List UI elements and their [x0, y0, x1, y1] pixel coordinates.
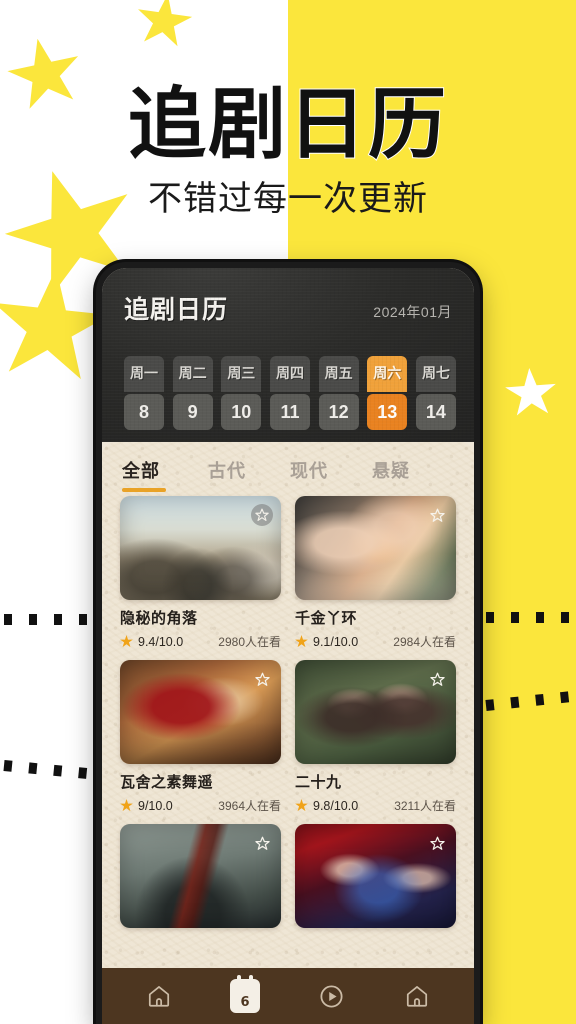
day-cell-thu[interactable]: 周四 11: [269, 356, 310, 430]
nav-calendar-icon[interactable]: 6: [222, 975, 268, 1016]
show-thumbnail[interactable]: [120, 496, 281, 600]
poster-subtitle: 不错过每一次更新: [148, 181, 428, 218]
day-name: 周六: [367, 356, 408, 392]
day-name: 周五: [318, 356, 359, 392]
category-tabs[interactable]: 全部 古代 现代 悬疑: [102, 448, 474, 492]
day-name: 周一: [124, 356, 164, 392]
app-title: 追剧日历: [124, 295, 229, 324]
dotted-line-right-upper: [486, 612, 576, 623]
favorite-star-icon[interactable]: [426, 832, 448, 854]
day-cell-sat-selected[interactable]: 周六 13: [367, 356, 408, 430]
show-thumbnail[interactable]: [295, 496, 456, 600]
show-meta: 9/10.0 3964人在看: [120, 797, 281, 814]
show-meta: 9.4/10.0 2980人在看: [120, 633, 281, 650]
rating-star-icon: [295, 799, 308, 812]
show-thumbnail[interactable]: [295, 824, 456, 928]
day-number: 8: [124, 394, 164, 430]
show-rating: 9.1/10.0: [295, 635, 358, 649]
day-cell-fri[interactable]: 周五 12: [318, 356, 359, 430]
show-card[interactable]: 二十九 9.8/10.0 3211人在看: [295, 660, 456, 814]
bottom-navigation-bar[interactable]: 6: [102, 968, 474, 1024]
show-thumbnail[interactable]: [120, 660, 281, 764]
favorite-star-icon[interactable]: [426, 668, 448, 690]
nav-home-icon[interactable]: [136, 976, 182, 1016]
show-card[interactable]: [295, 824, 456, 928]
show-title: 千金丫环: [295, 609, 358, 627]
content-area: 全部 古代 现代 悬疑 隐秘的角落 9.4/10.0 2980人在看 千金丫环 …: [102, 442, 474, 1024]
viewer-count: 3211人在看: [394, 799, 456, 813]
rating-value: 9.8/10.0: [313, 798, 359, 813]
week-day-selector[interactable]: 周一 8 周二 9 周三 10 周四 11 周五 12 周六 13 周七 14: [124, 356, 456, 430]
app-header: 追剧日历 2024年01月 周一 8 周二 9 周三 10 周四 11 周五 1…: [102, 268, 474, 442]
show-title: 隐秘的角落: [120, 609, 198, 627]
show-title: 二十九: [295, 773, 342, 791]
rating-star-icon: [295, 635, 308, 648]
show-rating: 9.4/10.0: [120, 635, 183, 649]
day-number: 14: [415, 394, 456, 430]
nav-profile-home-icon[interactable]: [394, 976, 440, 1016]
favorite-star-icon[interactable]: [251, 832, 273, 854]
rating-star-icon: [120, 799, 133, 812]
day-name: 周二: [172, 356, 213, 392]
show-thumbnail[interactable]: [295, 660, 456, 764]
day-name: 周三: [221, 356, 262, 392]
calendar-day-badge: 6: [230, 975, 260, 1013]
rating-value: 9.1/10.0: [313, 634, 359, 649]
poster-headline: 追剧日历: [127, 80, 448, 170]
promo-poster: 追剧日历 不错过每一次更新 追剧日历 2024年01月 周一 8 周二 9 周三…: [0, 0, 576, 1024]
show-grid: 隐秘的角落 9.4/10.0 2980人在看 千金丫环 9.1/10.0 298…: [102, 496, 474, 928]
current-month-label: 2024年01月: [373, 304, 452, 320]
dotted-line-left-upper: [4, 614, 87, 625]
show-rating: 9.8/10.0: [295, 799, 358, 813]
show-card[interactable]: [120, 824, 281, 928]
nav-play-icon[interactable]: [308, 976, 354, 1016]
viewer-count: 3964人在看: [218, 799, 281, 813]
day-number: 13: [367, 394, 408, 430]
show-thumbnail[interactable]: [120, 824, 281, 928]
day-cell-wed[interactable]: 周三 10: [221, 356, 262, 430]
day-cell-mon[interactable]: 周一 8: [124, 356, 164, 430]
day-number: 10: [221, 394, 262, 430]
show-card[interactable]: 隐秘的角落 9.4/10.0 2980人在看: [120, 496, 281, 650]
show-card[interactable]: 千金丫环 9.1/10.0 2984人在看: [295, 496, 456, 650]
phone-screen: 追剧日历 2024年01月 周一 8 周二 9 周三 10 周四 11 周五 1…: [102, 268, 474, 1024]
day-cell-tue[interactable]: 周二 9: [172, 356, 213, 430]
rating-star-icon: [120, 635, 133, 648]
day-cell-sun[interactable]: 周七 14: [415, 356, 456, 430]
show-meta: 9.8/10.0 3211人在看: [295, 797, 456, 814]
show-meta: 9.1/10.0 2984人在看: [295, 633, 456, 650]
rating-value: 9/10.0: [138, 798, 173, 813]
tab-suspense[interactable]: 悬疑: [372, 457, 454, 483]
tab-ancient[interactable]: 古代: [208, 457, 290, 483]
favorite-star-icon[interactable]: [251, 504, 273, 526]
tab-modern[interactable]: 现代: [290, 457, 372, 483]
favorite-star-icon[interactable]: [426, 504, 448, 526]
day-name: 周七: [415, 356, 456, 392]
phone-mockup: 追剧日历 2024年01月 周一 8 周二 9 周三 10 周四 11 周五 1…: [96, 262, 480, 1024]
show-card[interactable]: 瓦舍之素舞遥 9/10.0 3964人在看: [120, 660, 281, 814]
favorite-star-icon[interactable]: [251, 668, 273, 690]
viewer-count: 2984人在看: [393, 635, 456, 649]
day-number: 11: [269, 394, 310, 430]
rating-value: 9.4/10.0: [138, 634, 184, 649]
show-title: 瓦舍之素舞遥: [120, 773, 214, 791]
day-number: 12: [318, 394, 359, 430]
day-number: 9: [172, 394, 213, 430]
day-name: 周四: [269, 356, 310, 392]
tab-all[interactable]: 全部: [122, 457, 208, 492]
viewer-count: 2980人在看: [218, 635, 281, 649]
show-rating: 9/10.0: [120, 799, 173, 813]
